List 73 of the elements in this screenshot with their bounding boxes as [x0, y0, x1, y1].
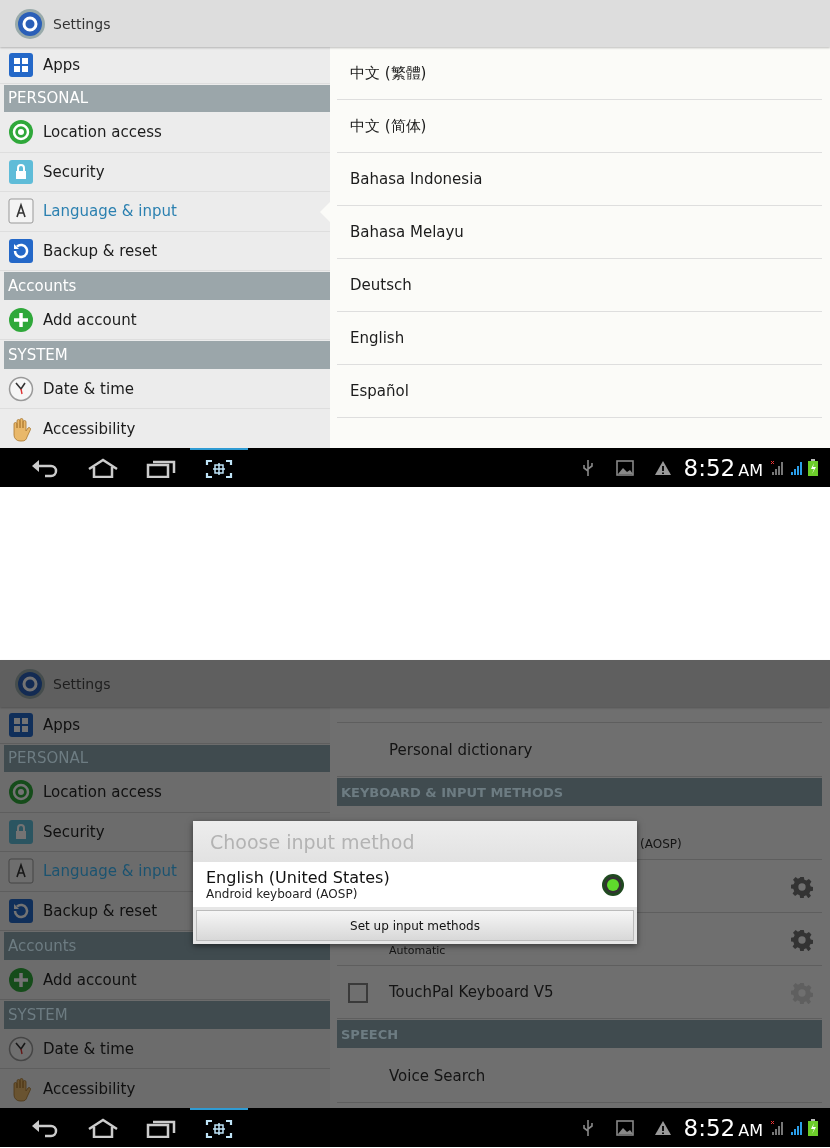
settings-row[interactable]: Personal dictionary	[337, 723, 822, 777]
input-method-option[interactable]: English (United States) Android keyboard (AOSP)	[193, 862, 637, 907]
lock-icon	[8, 818, 34, 845]
sidebar-item[interactable]: Backup & reset	[0, 231, 330, 272]
settings-icon	[14, 667, 46, 700]
time-text: 8:52	[683, 1114, 736, 1141]
location-icon	[8, 779, 34, 806]
signal-icon	[790, 460, 803, 475]
language-option[interactable]: 中文 (繁體)	[337, 47, 822, 100]
app-title: Settings	[53, 675, 111, 692]
language-option[interactable]: Deutsch	[337, 259, 822, 312]
sidebar-item[interactable]: Location access	[0, 773, 330, 813]
gear-icon[interactable]	[791, 929, 813, 951]
language-option[interactable]: Bahasa Melayu	[337, 206, 822, 259]
radio-button[interactable]	[601, 872, 625, 897]
battery-icon	[808, 459, 818, 476]
plus-icon	[8, 307, 34, 334]
home-icon[interactable]	[87, 1117, 119, 1138]
warning-icon	[653, 459, 672, 476]
language-option[interactable]: English	[337, 312, 822, 365]
time-text: 8:52	[683, 454, 736, 481]
meridiem-text: AM	[738, 1120, 763, 1140]
back-icon[interactable]	[31, 1117, 59, 1138]
language-option[interactable]: Español	[337, 365, 822, 418]
lock-icon	[8, 158, 34, 185]
row-summary: Automatic	[389, 943, 446, 957]
sidebar-item[interactable]: Add account	[0, 960, 330, 1001]
keyboard-key-icon	[8, 858, 34, 885]
screenshot-icon[interactable]	[205, 458, 233, 479]
grid-icon	[8, 51, 34, 78]
usb-icon	[581, 1118, 594, 1137]
signal-icon	[790, 1120, 803, 1135]
picture-icon	[615, 1119, 634, 1136]
screenshot-icon[interactable]	[205, 1118, 233, 1139]
no-signal-icon	[771, 1120, 784, 1135]
section-header: PERSONAL	[4, 84, 330, 113]
sidebar-item[interactable]: Accessibility	[0, 409, 330, 448]
restore-icon	[8, 897, 34, 924]
no-signal-icon	[771, 460, 784, 475]
language-option[interactable]: 中文 (简体)	[337, 100, 822, 153]
picture-icon	[615, 459, 634, 476]
language-option[interactable]: Bahasa Indonesia	[337, 153, 822, 206]
settings-icon	[14, 7, 46, 40]
keyboard-key-icon	[8, 198, 34, 225]
usb-icon	[581, 458, 594, 477]
sidebar-item[interactable]: Apps	[0, 47, 330, 84]
location-icon	[8, 119, 34, 146]
plus-icon	[8, 967, 34, 994]
row-summary: (AOSP)	[640, 837, 682, 851]
sidebar-item[interactable]: Date & time	[0, 1029, 330, 1070]
back-icon[interactable]	[31, 457, 59, 478]
settings-row[interactable]: Voice Search	[337, 1049, 822, 1103]
gear-icon[interactable]	[791, 876, 813, 898]
meridiem-text: AM	[738, 460, 763, 480]
home-icon[interactable]	[87, 457, 119, 478]
section-header: SYSTEM	[4, 341, 330, 369]
section-header: Accounts	[4, 272, 330, 300]
row-title: TouchPal Keyboard V5	[389, 983, 554, 1001]
clock-icon	[8, 1036, 34, 1063]
restore-icon	[8, 237, 34, 264]
setup-input-methods-button[interactable]: Set up input methods	[196, 910, 634, 941]
app-title: Settings	[53, 15, 111, 32]
checkbox[interactable]	[348, 983, 368, 1003]
sidebar-item[interactable]: Date & time	[0, 369, 330, 410]
grid-icon	[8, 711, 34, 738]
battery-icon	[808, 1119, 818, 1136]
sidebar-item[interactable]: Location access	[0, 113, 330, 153]
sidebar-item[interactable]: Apps	[0, 707, 330, 744]
sidebar-item[interactable]: Accessibility	[0, 1069, 330, 1108]
clock-icon	[8, 376, 34, 403]
sidebar-item[interactable]: Security	[0, 152, 330, 193]
sidebar-item[interactable]: Add account	[0, 300, 330, 341]
warning-icon	[653, 1119, 672, 1136]
